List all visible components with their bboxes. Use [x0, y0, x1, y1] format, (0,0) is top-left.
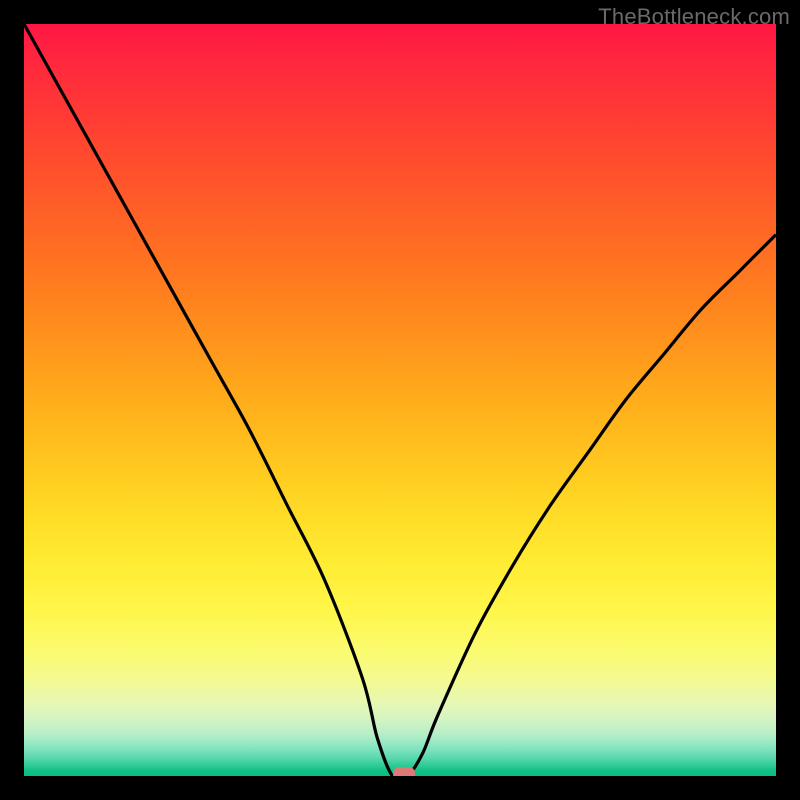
watermark-text: TheBottleneck.com: [598, 4, 790, 30]
bottleneck-curve-svg: [24, 24, 776, 776]
bottleneck-curve-path: [24, 24, 776, 776]
optimal-marker: [393, 767, 415, 776]
plot-area: [24, 24, 776, 776]
chart-frame: TheBottleneck.com: [0, 0, 800, 800]
